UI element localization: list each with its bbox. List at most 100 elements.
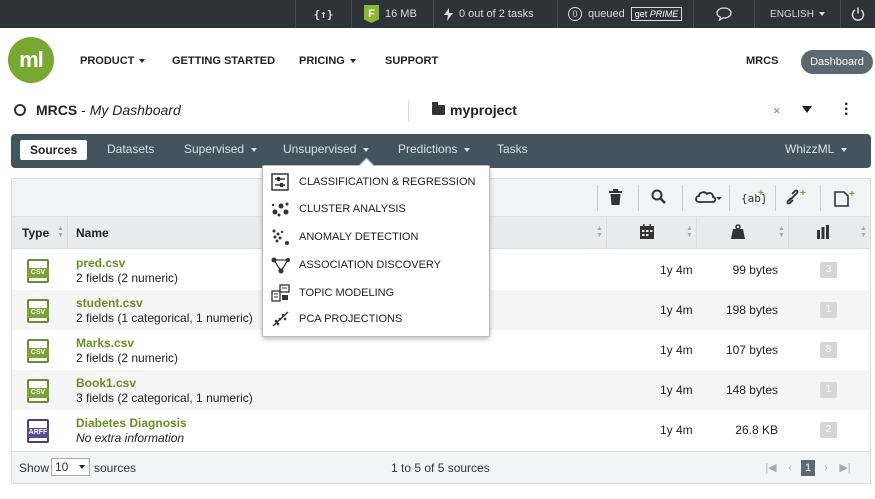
project-selector[interactable]: myproject — [450, 102, 517, 118]
column-count[interactable] — [816, 225, 830, 242]
new-file-icon: + — [834, 189, 855, 207]
source-description: No extra information — [76, 431, 185, 445]
first-page-icon[interactable]: |◀ — [764, 460, 778, 476]
source-name-link[interactable]: Diabetes Diagnosis — [76, 416, 187, 430]
more-options-icon[interactable]: · · · — [844, 97, 850, 123]
sort-icon[interactable]: ▲ ▼ — [778, 225, 785, 239]
chat-button[interactable] — [693, 0, 754, 28]
menu-item-label: ASSOCIATION DISCOVERY — [299, 259, 442, 271]
source-size: 99 bytes — [732, 263, 778, 277]
cloud-upload-button[interactable] — [693, 189, 723, 207]
tab-datasets[interactable]: Datasets — [107, 142, 154, 156]
file-type-label: CSV — [27, 268, 49, 278]
tab-predictions[interactable]: Predictions — [398, 142, 471, 156]
divider — [696, 217, 697, 248]
power-icon — [851, 7, 865, 21]
divider — [606, 217, 607, 248]
source-size: 148 bytes — [725, 383, 778, 397]
file-type-label: ARFF — [27, 428, 49, 438]
new-source-button[interactable]: + — [834, 189, 858, 207]
status-bar: {↑} F 16 MB 0 out of 2 tasks 0 queued ge… — [0, 0, 875, 28]
chevron-down-icon — [841, 147, 848, 152]
tab-supervised[interactable]: Supervised — [184, 142, 258, 156]
column-size[interactable] — [730, 224, 746, 243]
delete-button[interactable] — [605, 189, 625, 207]
column-type[interactable]: Type — [22, 226, 49, 240]
nav-pricing[interactable]: PRICING — [299, 55, 356, 67]
get-prime-button[interactable]: get PRIME — [630, 7, 683, 21]
language-caret-icon — [818, 12, 825, 16]
prev-page-icon[interactable]: ‹ — [784, 460, 796, 476]
nav-support[interactable]: SUPPORT — [385, 55, 438, 67]
column-age[interactable] — [639, 224, 655, 243]
nav-product[interactable]: PRODUCT — [80, 55, 146, 67]
memory-indicator: F 16 MB — [351, 0, 433, 28]
sort-icon[interactable]: ▲ ▼ — [57, 225, 64, 239]
search-icon — [651, 189, 666, 204]
link-icon: + — [786, 188, 806, 205]
bigml-logo[interactable]: ml — [8, 37, 54, 83]
dataset-count-badge[interactable]: 1 — [820, 382, 837, 398]
source-size: 107 bytes — [725, 343, 778, 357]
csv-file-icon: CSV — [27, 339, 49, 363]
dataset-count-badge[interactable]: 1 — [820, 302, 837, 318]
source-name-link[interactable]: pred.csv — [76, 256, 125, 270]
sort-icon[interactable]: ▲ ▼ — [860, 225, 867, 239]
dataset-count-badge[interactable]: 3 — [820, 262, 837, 278]
close-icon[interactable]: × — [773, 103, 781, 118]
next-page-icon[interactable]: › — [820, 460, 832, 476]
queue-indicator: 0 queued get PRIME — [557, 0, 693, 28]
project-dropdown-icon[interactable] — [802, 106, 812, 113]
menu-item-cluster-analysis[interactable]: CLUSTER ANALYSIS — [263, 196, 489, 222]
source-name-link[interactable]: Marks.csv — [76, 336, 134, 350]
folder-icon — [432, 102, 445, 115]
user-menu[interactable]: MRCS — [746, 55, 778, 67]
inline-source-icon: {ab}+ — [741, 188, 768, 205]
chevron-down-icon — [349, 59, 356, 64]
menu-item-association-discovery[interactable]: ASSOCIATION DISCOVERY — [263, 252, 489, 278]
tasks-indicator[interactable]: 0 out of 2 tasks — [433, 0, 557, 28]
divider — [820, 185, 821, 211]
current-page[interactable]: 1 — [801, 460, 815, 476]
nav-getting-started[interactable]: GETTING STARTED — [172, 55, 275, 67]
logout-button[interactable] — [840, 0, 875, 28]
language-selector[interactable]: ENGLISH — [754, 0, 840, 28]
source-name-link[interactable]: student.csv — [76, 296, 143, 310]
cluster-icon — [271, 202, 289, 217]
menu-item-pca-projections[interactable]: PCA PROJECTIONS — [263, 306, 489, 332]
menu-item-label: ANOMALY DETECTION — [299, 231, 419, 243]
menu-item-classification-regression[interactable]: CLASSIFICATION & REGRESSION — [263, 169, 489, 195]
tab-predictions-label: Predictions — [398, 142, 458, 156]
page-size-select[interactable]: 10 — [51, 458, 90, 476]
code-button[interactable]: {↑} — [295, 0, 351, 28]
dataset-count-badge[interactable]: 2 — [820, 422, 837, 438]
queued-count-icon: 0 — [568, 7, 582, 21]
tab-sources[interactable]: Sources — [20, 140, 88, 160]
dashboard-button[interactable]: Dashboard — [801, 50, 873, 74]
title-separator: - — [77, 102, 90, 118]
tab-supervised-label: Supervised — [184, 142, 245, 156]
source-name-link[interactable]: Book1.csv — [76, 376, 136, 390]
dataset-count-badge[interactable]: 8 — [820, 342, 837, 358]
add-inline-source-button[interactable]: {ab} + — [741, 188, 768, 207]
table-row[interactable]: CSV Book1.csv 3 fields (2 categorical, 1… — [12, 370, 870, 410]
tab-tasks[interactable]: Tasks — [497, 142, 528, 156]
add-remote-source-button[interactable]: + — [785, 188, 809, 207]
tab-unsupervised[interactable]: Unsupervised — [283, 142, 370, 156]
column-name[interactable]: Name — [76, 226, 109, 240]
menu-item-label: CLUSTER ANALYSIS — [299, 203, 406, 215]
divider — [729, 185, 730, 211]
sort-icon[interactable]: ▲ ▼ — [686, 225, 693, 239]
last-page-icon[interactable]: ▶| — [837, 460, 853, 476]
menu-item-topic-modeling[interactable]: TOPIC MODELING — [263, 280, 489, 306]
table-row[interactable]: ARFF Diabetes Diagnosis No extra informa… — [12, 410, 870, 450]
source-size: 198 bytes — [725, 303, 778, 317]
source-description: 2 fields (2 numeric) — [76, 351, 179, 365]
lightning-icon — [444, 7, 453, 21]
menu-item-anomaly-detection[interactable]: ANOMALY DETECTION — [263, 224, 489, 250]
tab-whizzml[interactable]: WhizzML — [785, 142, 848, 156]
sort-icon[interactable]: ▲ ▼ — [596, 225, 603, 239]
chevron-down-icon — [251, 147, 258, 152]
source-age: 1y 4m — [660, 263, 693, 277]
search-button[interactable] — [648, 189, 668, 207]
